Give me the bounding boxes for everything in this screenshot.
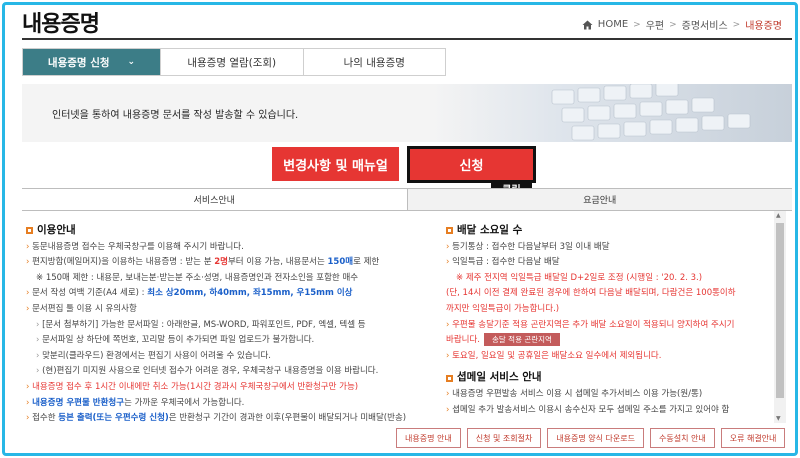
delivery-line: (단, 14시 이전 결제 완료된 경우에 한하여 다음날 배달되며, 다람건은…: [446, 288, 736, 299]
usage-highlight: 등본 출력(또는 우편수령 신청): [58, 413, 169, 423]
usage-text: 로 제한: [353, 257, 380, 268]
usage-line: 접수한 등본 출력(또는 우편수령 신청)은 반환청구 기간이 경과한 이후(우…: [26, 411, 426, 423]
sub-tabs: 서비스안내 요금안내: [22, 188, 792, 211]
content-scrollbar[interactable]: ▲ ▼: [774, 211, 786, 423]
usage-text: 은 반환청구 기간이 경과한 이후(우편물이 배달되거나 미배달(반송): [168, 413, 407, 423]
breadcrumb: HOME > 우편 > 증명서비스 > 내용증명: [582, 17, 782, 32]
delivery-line: ※ 제주 전지역 익일특급 배달일 D+2일로 조정 (시행일 : '20. 2…: [456, 272, 703, 283]
delivery-text: 바랍니다.: [446, 335, 480, 346]
footer-error-help-button[interactable]: 오류 해결안내: [720, 428, 786, 448]
usage-title: 이용안내: [26, 223, 426, 239]
delivery-line: 등기통상 : 접수한 다음날부터 3일 이내 배달: [446, 240, 780, 256]
breadcrumb-home[interactable]: HOME: [598, 19, 628, 30]
chevron-down-icon: ⌄: [127, 57, 136, 67]
usage-line: 동문내용증명 접수는 우체국창구를 이용해 주시기 바랍니다.: [26, 240, 426, 256]
breadcrumb-current: 내용증명: [745, 21, 782, 32]
square-bullet-icon: [446, 374, 453, 382]
tab-apply[interactable]: 내용증명 신청 ⌄: [23, 49, 161, 75]
intro-banner: 인터넷을 통하여 내용증명 문서를 작성 발송할 수 있습니다.: [22, 84, 792, 142]
footer-manual-install-button[interactable]: 수동설치 안내: [650, 428, 715, 448]
usage-text: 는 가까운 우체국에서 가능합니다.: [124, 397, 245, 408]
usage-section: 이용안내 동문내용증명 접수는 우체국창구를 이용해 주시기 바랍니다. 편지방…: [26, 223, 426, 423]
usage-line: 문서 작성 여백 기준(A4 세로) : 최소 상20mm, 하40mm, 좌1…: [26, 286, 426, 302]
delivery-line: 바랍니다. 송달 적용 곤란지역: [446, 333, 780, 349]
service-info-panel: 이용안내 동문내용증명 접수는 우체국창구를 이용해 주시기 바랍니다. 편지방…: [22, 211, 792, 423]
delivery-title-text: 배달 소요일 수: [457, 224, 523, 236]
usage-line: [문서 첨부하기] 가능한 문서파일 : 아래한글, MS-WORD, 파워포인…: [26, 318, 426, 334]
keyboard-image: [432, 84, 792, 142]
breadcrumb-certification[interactable]: 증명서비스: [682, 17, 728, 32]
tab-my-label: 나의 내용증명: [343, 56, 405, 69]
chevron-right-icon: >: [633, 19, 641, 30]
usage-line: 문서편집 툴 이용 시 유의사항: [26, 302, 426, 318]
chevron-right-icon: >: [732, 19, 741, 30]
tab-apply-label: 내용증명 신청: [47, 56, 110, 69]
mail-line: 내용증명 우편발송 서비스 이용 시 셥메일 추가서비스 이용 가능(원/통): [446, 387, 780, 403]
usage-line: 편지방합(메일머지)을 이용하는 내용증명 : 받는 분 2명부터 이용 가능,…: [26, 255, 426, 271]
delivery-line: 토요일, 일요일 및 공휴일은 배달소요 일수에서 제외됩니다.: [446, 349, 780, 365]
usage-highlight: 내용증명 우편물 반환청구: [32, 397, 125, 408]
intro-message: 인터넷을 통하여 내용증명 문서를 작성 발송할 수 있습니다.: [52, 110, 299, 121]
title-divider: [22, 38, 792, 40]
usage-text: 부터 이용 가능, 내용문서는: [227, 257, 328, 268]
footer-links: 내용증명 안내 신청 및 조회절차 내용증명 양식 다운로드 수동설치 안내 오…: [396, 428, 786, 448]
delivery-line: 익일특급 : 접수한 다음날 배달: [446, 255, 780, 271]
manual-button[interactable]: 변경사항 및 매뉴얼: [272, 147, 399, 181]
usage-line: (현)편집기 미지원 사용으로 인터넷 접수가 어려운 경우, 우체국창구 내용…: [26, 364, 426, 380]
breadcrumb-mail[interactable]: 우편: [646, 17, 664, 32]
scrollbar-thumb[interactable]: [776, 223, 784, 398]
chevron-right-icon: >: [669, 19, 677, 30]
square-bullet-icon: [26, 227, 33, 235]
scroll-down-icon[interactable]: ▼: [776, 415, 781, 422]
usage-highlight: 2명: [214, 257, 228, 268]
scroll-up-icon[interactable]: ▲: [776, 212, 781, 219]
mail-line: 셥메일 추가 발송서비스 이용시 송수신자 모두 셥메일 주소를 가지고 있어야…: [446, 403, 780, 419]
tab-view-label: 내용증명 열람(조회): [187, 56, 277, 69]
difficult-area-button[interactable]: 송달 적용 곤란지역: [483, 333, 560, 347]
tab-my[interactable]: 나의 내용증명: [303, 49, 445, 75]
subtab-service-info[interactable]: 서비스안내: [22, 189, 407, 210]
home-icon[interactable]: [582, 20, 593, 30]
usage-text: 접수한: [32, 413, 59, 423]
square-bullet-icon: [446, 227, 453, 235]
usage-text: 편지방합(메일머지)을 이용하는 내용증명 : 받는 분: [32, 257, 215, 268]
delivery-line: 까지만 익일특급이 가능합니다.): [446, 303, 560, 314]
footer-guide-button[interactable]: 내용증명 안내: [396, 428, 461, 448]
usage-text: 문서 작성 여백 기준(A4 세로) :: [32, 288, 148, 299]
apply-button[interactable]: 신청: [407, 146, 536, 183]
usage-highlight: 150매: [327, 257, 354, 268]
page-title: 내용증명: [22, 12, 100, 37]
delivery-line: 우편물 송달기준 적용 곤란지역은 추가 배달 소요일이 적용되니 양지하여 주…: [446, 318, 780, 334]
delivery-section: 배달 소요일 수 등기통상 : 접수한 다음날부터 3일 이내 배달 익일특급 …: [446, 223, 780, 418]
delivery-title: 배달 소요일 수: [446, 223, 780, 239]
usage-line: 내용증명 접수 후 1시간 이내에만 취소 가능(1시간 경과시 우체국창구에서…: [26, 380, 426, 396]
mail-title: 셥메일 서비스 안내: [446, 370, 780, 386]
usage-line: 문서파일 상 하단에 쪽번호, 꼬리말 등이 추가되면 파일 업로드가 불가합니…: [26, 333, 426, 349]
footer-procedure-button[interactable]: 신청 및 조회절차: [466, 428, 542, 448]
footer-form-download-button[interactable]: 내용증명 양식 다운로드: [547, 428, 644, 448]
subtab-fee-info[interactable]: 요금안내: [406, 189, 792, 210]
usage-highlight: 최소 상20mm, 하40mm, 좌15mm, 우15mm 이상: [147, 288, 353, 299]
usage-line: 맞분리(클라우드) 환경에서는 편집기 사용이 어려울 수 있습니다.: [26, 349, 426, 365]
tab-view[interactable]: 내용증명 열람(조회): [161, 49, 304, 75]
usage-line: ※ 150매 제한 : 내용문, 보내는분·받는분 주소·성명, 내용증명인과 …: [36, 272, 359, 283]
mail-title-text: 셥메일 서비스 안내: [457, 371, 542, 384]
main-tabs: 내용증명 신청 ⌄ 내용증명 열람(조회) 나의 내용증명: [22, 48, 446, 76]
usage-title-text: 이용안내: [37, 224, 76, 236]
usage-line: 내용증명 우편물 반환청구는 가까운 우체국에서 가능합니다.: [26, 396, 426, 412]
